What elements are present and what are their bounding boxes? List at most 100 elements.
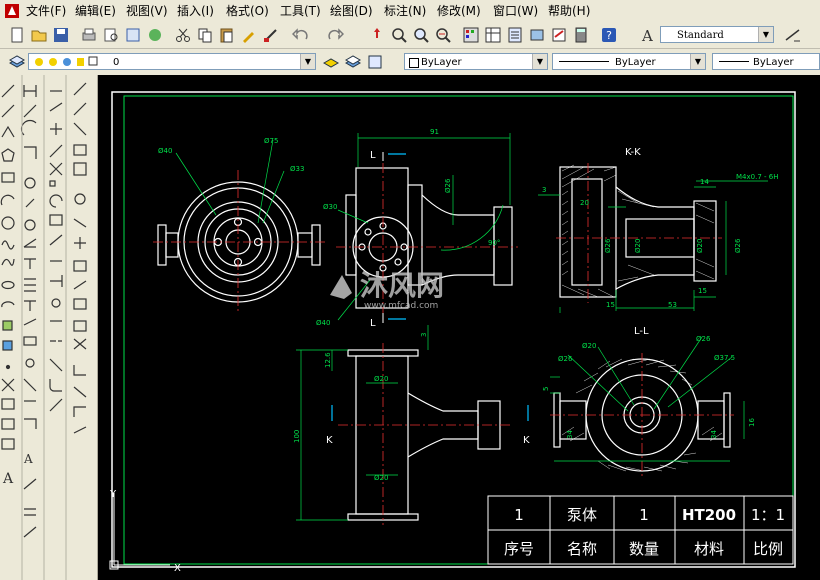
menu-insert[interactable]: 插入(I): [177, 3, 214, 19]
open-folder-icon[interactable]: [30, 26, 48, 44]
design-center-icon[interactable]: [484, 26, 502, 44]
layer-state-icons: [35, 56, 98, 66]
baseline-dim-icon: [24, 278, 36, 292]
menu-edit[interactable]: 编辑(E): [75, 3, 116, 19]
menu-window[interactable]: 窗口(W): [493, 3, 538, 19]
save-icon[interactable]: [52, 26, 70, 44]
tb-row2-name: 名称: [567, 540, 597, 558]
dimension-style-icon[interactable]: [784, 26, 802, 44]
lineweight-value: ByLayer: [753, 57, 794, 68]
snap-nearest-icon: [73, 338, 87, 350]
angular-dim-icon: [23, 238, 37, 248]
gradient-icon: [1, 398, 15, 410]
chevron-down-icon[interactable]: ▼: [758, 27, 773, 42]
view-title-ll: L-L: [634, 326, 649, 337]
tb-row1-name: 泵体: [567, 506, 597, 524]
dim-thread: M4x0.7 - 6H: [736, 173, 778, 181]
layer-dropdown[interactable]: 0 ▼: [28, 53, 316, 70]
properties-icon[interactable]: [462, 26, 480, 44]
menu-dimension[interactable]: 标注(N): [384, 3, 426, 19]
chevron-down-icon[interactable]: ▼: [690, 54, 705, 69]
scale-icon: [49, 214, 63, 226]
redo-icon[interactable]: [326, 26, 344, 44]
tb-row2-qty: 数量: [629, 540, 659, 558]
tool-palettes-icon[interactable]: [506, 26, 524, 44]
chevron-down-icon[interactable]: ▼: [532, 54, 547, 69]
pan-icon[interactable]: [368, 26, 386, 44]
fillet-icon: [49, 379, 62, 392]
section-label-l-bottom: L: [370, 318, 376, 329]
dim-space-icon: [24, 508, 36, 516]
dim-d20-f: Ø20: [582, 342, 596, 350]
menu-file[interactable]: 文件(F): [26, 3, 66, 19]
block-editor-icon[interactable]: [262, 26, 280, 44]
menu-help[interactable]: 帮助(H): [548, 3, 590, 19]
region-icon: [1, 418, 15, 430]
chevron-down-icon[interactable]: ▼: [300, 54, 315, 69]
construction-line-icon: [1, 104, 15, 118]
menu-tools[interactable]: 工具(T): [280, 3, 321, 19]
menu-view[interactable]: 视图(V): [126, 3, 168, 19]
ellipse-icon: [1, 280, 15, 290]
print-icon[interactable]: [80, 26, 98, 44]
dim-d40-a: Ø40: [158, 147, 172, 155]
snap-parallel-icon: [73, 280, 87, 290]
stretch-icon: [49, 234, 63, 246]
layer-previous-icon[interactable]: [344, 53, 362, 71]
cut-icon[interactable]: [174, 26, 192, 44]
dim-override-icon: [23, 478, 37, 490]
plot-preview-icon[interactable]: [102, 26, 120, 44]
menu-modify[interactable]: 修改(M): [437, 3, 481, 19]
layer-manager-icon[interactable]: [8, 53, 26, 71]
dim-style-icon: A: [23, 452, 33, 466]
app-icon[interactable]: [4, 3, 20, 19]
match-properties-icon[interactable]: [240, 26, 258, 44]
arc-length-icon: [20, 119, 37, 136]
text-style-dropdown[interactable]: Standard ▼: [660, 26, 774, 43]
dim-break-icon: [23, 526, 37, 538]
copy-icon[interactable]: [196, 26, 214, 44]
calculator-icon[interactable]: [572, 26, 590, 44]
3d-dwf-icon[interactable]: [146, 26, 164, 44]
move-icon: [49, 180, 56, 187]
dim-16: 16: [748, 418, 756, 427]
layer-states-icon[interactable]: [366, 53, 384, 71]
snap-extension-icon: [73, 162, 87, 176]
help-icon[interactable]: ?: [600, 26, 618, 44]
zoom-realtime-icon[interactable]: [390, 26, 408, 44]
snap-intersection-icon: [73, 122, 87, 136]
section-label-k-right: K: [523, 435, 530, 446]
zoom-previous-icon[interactable]: [434, 26, 452, 44]
point-icon: [5, 364, 11, 370]
dim-d30: Ø30: [323, 203, 337, 211]
undo-icon[interactable]: [292, 26, 310, 44]
rotate-icon: [49, 194, 63, 208]
text-style-icon[interactable]: A: [640, 26, 658, 44]
new-file-icon[interactable]: [8, 26, 26, 44]
dim-d26-d: Ø26: [558, 355, 573, 363]
color-swatch: [409, 58, 419, 68]
osnap-settings-icon: [73, 386, 87, 398]
dim-14: 14: [700, 178, 709, 186]
dim-d26-a: Ø26: [444, 178, 452, 193]
zoom-window-icon[interactable]: [412, 26, 430, 44]
polygon-icon: [1, 148, 15, 162]
make-object-layer-current-icon[interactable]: [322, 53, 340, 71]
menu-draw[interactable]: 绘图(D): [330, 3, 373, 19]
snap-midpoint-icon: [73, 102, 87, 116]
linetype-dropdown[interactable]: ByLayer ▼: [552, 53, 706, 70]
quick-dim-icon: [24, 258, 36, 269]
tb-row2-material: 材料: [694, 540, 724, 558]
paste-icon[interactable]: [218, 26, 236, 44]
color-dropdown[interactable]: ByLayer ▼: [404, 53, 548, 70]
publish-icon[interactable]: [124, 26, 142, 44]
drawing-canvas[interactable]: Ø40 Ø75 Ø33 91 90° Ø30 Ø40 Ø26 L L K-K M…: [98, 75, 820, 580]
markup-icon[interactable]: [550, 26, 568, 44]
snap-none-icon: [73, 365, 86, 376]
menu-format[interactable]: 格式(O): [226, 3, 269, 19]
dim-53: 53: [668, 301, 677, 309]
sheet-set-icon[interactable]: [528, 26, 546, 44]
dim-d20-c: Ø20: [696, 239, 704, 253]
dim-d20-d: Ø20: [374, 375, 388, 383]
lineweight-dropdown[interactable]: ByLayer: [712, 53, 820, 70]
